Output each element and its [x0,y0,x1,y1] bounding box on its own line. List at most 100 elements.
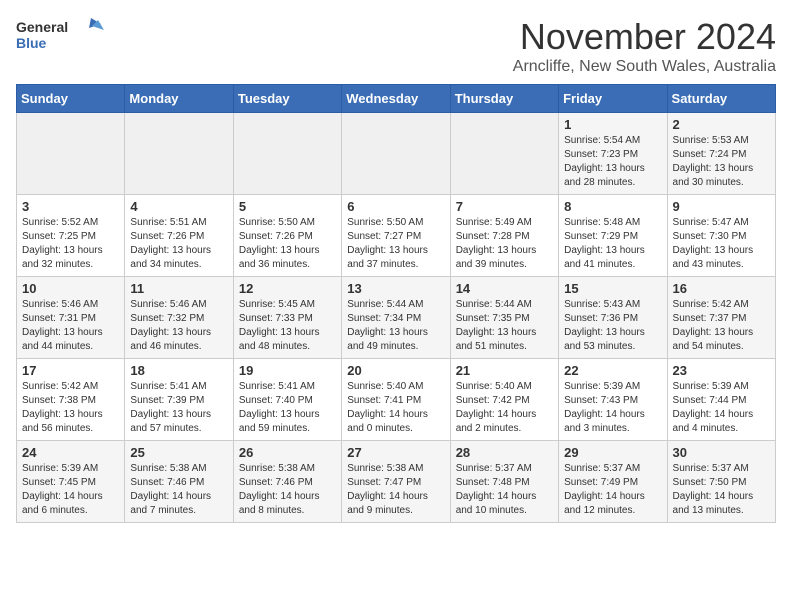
calendar-day-cell: 29 Sunrise: 5:37 AMSunset: 7:49 PMDayligh… [559,441,667,523]
day-info: Sunrise: 5:42 AMSunset: 7:38 PMDaylight:… [22,380,119,436]
day-info: Sunrise: 5:38 AMSunset: 7:46 PMDaylight:… [130,462,227,518]
calendar-header-monday: Monday [125,85,233,113]
calendar-day-cell: 4Sunrise: 5:51 AMSunset: 7:26 PMDaylight… [125,195,233,277]
calendar-day-cell [17,113,125,195]
day-number: 29 [564,445,661,460]
calendar-day-cell [450,113,558,195]
day-number: 27 [347,445,444,460]
location-title: Arncliffe, New South Wales, Australia [513,58,776,76]
month-title: November 2024 [513,16,776,58]
calendar-header-saturday: Saturday [667,85,775,113]
day-number: 19 [239,363,336,378]
calendar-day-cell: 13 Sunrise: 5:44 AMSunset: 7:34 PMDayligh… [342,277,450,359]
calendar-day-cell: 6 Sunrise: 5:50 AMSunset: 7:27 PMDaylight… [342,195,450,277]
calendar-table: SundayMondayTuesdayWednesdayThursdayFrid… [16,84,776,523]
day-info: Sunrise: 5:40 AMSunset: 7:41 PMDaylight:… [347,380,444,436]
calendar-header-wednesday: Wednesday [342,85,450,113]
calendar-header-sunday: Sunday [17,85,125,113]
calendar-header-row: SundayMondayTuesdayWednesdayThursdayFrid… [17,85,776,113]
day-info: Sunrise: 5:46 AMSunset: 7:32 PMDaylight:… [130,298,227,354]
day-number: 24 [22,445,119,460]
calendar-day-cell: 17 Sunrise: 5:42 AMSunset: 7:38 PMDayligh… [17,359,125,441]
day-info: Sunrise: 5:51 AMSunset: 7:26 PMDaylight:… [130,216,227,272]
day-info: Sunrise: 5:47 AMSunset: 7:30 PMDaylight:… [673,216,770,272]
calendar-day-cell: 11Sunrise: 5:46 AMSunset: 7:32 PMDayligh… [125,277,233,359]
calendar-day-cell: 1 Sunrise: 5:54 AMSunset: 7:23 PMDaylight… [559,113,667,195]
page-header: General Blue November 2024 Arncliffe, Ne… [16,16,776,76]
day-number: 16 [673,281,770,296]
day-info: Sunrise: 5:41 AMSunset: 7:39 PMDaylight:… [130,380,227,436]
day-number: 18 [130,363,227,378]
day-number: 15 [564,281,661,296]
day-info: Sunrise: 5:38 AMSunset: 7:46 PMDaylight:… [239,462,336,518]
logo-svg: General Blue [16,16,106,58]
calendar-day-cell: 10Sunrise: 5:46 AMSunset: 7:31 PMDayligh… [17,277,125,359]
svg-text:General: General [16,19,68,35]
day-info: Sunrise: 5:37 AMSunset: 7:48 PMDaylight:… [456,462,553,518]
day-info: Sunrise: 5:50 AMSunset: 7:26 PMDaylight:… [239,216,336,272]
calendar-day-cell: 26 Sunrise: 5:38 AMSunset: 7:46 PMDayligh… [233,441,341,523]
logo: General Blue [16,16,106,58]
day-number: 13 [347,281,444,296]
day-number: 28 [456,445,553,460]
calendar-day-cell [125,113,233,195]
day-info: Sunrise: 5:39 AMSunset: 7:44 PMDaylight:… [673,380,770,436]
calendar-day-cell: 21Sunrise: 5:40 AMSunset: 7:42 PMDayligh… [450,359,558,441]
day-number: 9 [673,199,770,214]
calendar-day-cell: 7 Sunrise: 5:49 AMSunset: 7:28 PMDaylight… [450,195,558,277]
calendar-day-cell [342,113,450,195]
day-number: 7 [456,199,553,214]
day-info: Sunrise: 5:41 AMSunset: 7:40 PMDaylight:… [239,380,336,436]
calendar-header-friday: Friday [559,85,667,113]
calendar-day-cell: 27Sunrise: 5:38 AMSunset: 7:47 PMDayligh… [342,441,450,523]
calendar-day-cell: 22Sunrise: 5:39 AMSunset: 7:43 PMDayligh… [559,359,667,441]
calendar-day-cell [233,113,341,195]
calendar-day-cell: 23 Sunrise: 5:39 AMSunset: 7:44 PMDayligh… [667,359,775,441]
day-number: 25 [130,445,227,460]
day-info: Sunrise: 5:39 AMSunset: 7:45 PMDaylight:… [22,462,119,518]
day-info: Sunrise: 5:54 AMSunset: 7:23 PMDaylight:… [564,134,661,190]
day-info: Sunrise: 5:37 AMSunset: 7:49 PMDaylight:… [564,462,661,518]
day-number: 30 [673,445,770,460]
calendar-week-row: 3Sunrise: 5:52 AMSunset: 7:25 PMDaylight… [17,195,776,277]
day-number: 10 [22,281,119,296]
day-info: Sunrise: 5:52 AMSunset: 7:25 PMDaylight:… [22,216,119,272]
day-info: Sunrise: 5:49 AMSunset: 7:28 PMDaylight:… [456,216,553,272]
calendar-day-cell: 9 Sunrise: 5:47 AMSunset: 7:30 PMDaylight… [667,195,775,277]
day-number: 21 [456,363,553,378]
title-area: November 2024 Arncliffe, New South Wales… [513,16,776,76]
calendar-header-thursday: Thursday [450,85,558,113]
calendar-day-cell: 19 Sunrise: 5:41 AMSunset: 7:40 PMDayligh… [233,359,341,441]
day-info: Sunrise: 5:43 AMSunset: 7:36 PMDaylight:… [564,298,661,354]
day-number: 2 [673,117,770,132]
day-info: Sunrise: 5:44 AMSunset: 7:34 PMDaylight:… [347,298,444,354]
calendar-day-cell: 24 Sunrise: 5:39 AMSunset: 7:45 PMDayligh… [17,441,125,523]
day-number: 17 [22,363,119,378]
day-number: 26 [239,445,336,460]
day-info: Sunrise: 5:44 AMSunset: 7:35 PMDaylight:… [456,298,553,354]
day-number: 22 [564,363,661,378]
calendar-week-row: 17 Sunrise: 5:42 AMSunset: 7:38 PMDayligh… [17,359,776,441]
day-number: 6 [347,199,444,214]
day-info: Sunrise: 5:45 AMSunset: 7:33 PMDaylight:… [239,298,336,354]
day-number: 23 [673,363,770,378]
calendar-day-cell: 30 Sunrise: 5:37 AMSunset: 7:50 PMDayligh… [667,441,775,523]
day-number: 1 [564,117,661,132]
calendar-header-tuesday: Tuesday [233,85,341,113]
day-number: 20 [347,363,444,378]
day-number: 8 [564,199,661,214]
calendar-week-row: 1 Sunrise: 5:54 AMSunset: 7:23 PMDaylight… [17,113,776,195]
day-number: 12 [239,281,336,296]
calendar-day-cell: 3Sunrise: 5:52 AMSunset: 7:25 PMDaylight… [17,195,125,277]
day-info: Sunrise: 5:50 AMSunset: 7:27 PMDaylight:… [347,216,444,272]
calendar-day-cell: 12 Sunrise: 5:45 AMSunset: 7:33 PMDayligh… [233,277,341,359]
calendar-week-row: 10Sunrise: 5:46 AMSunset: 7:31 PMDayligh… [17,277,776,359]
day-info: Sunrise: 5:42 AMSunset: 7:37 PMDaylight:… [673,298,770,354]
calendar-day-cell: 8Sunrise: 5:48 AMSunset: 7:29 PMDaylight… [559,195,667,277]
day-info: Sunrise: 5:37 AMSunset: 7:50 PMDaylight:… [673,462,770,518]
day-number: 5 [239,199,336,214]
calendar-day-cell: 20 Sunrise: 5:40 AMSunset: 7:41 PMDayligh… [342,359,450,441]
calendar-day-cell: 2Sunrise: 5:53 AMSunset: 7:24 PMDaylight… [667,113,775,195]
calendar-day-cell: 28 Sunrise: 5:37 AMSunset: 7:48 PMDayligh… [450,441,558,523]
svg-text:Blue: Blue [16,35,47,51]
